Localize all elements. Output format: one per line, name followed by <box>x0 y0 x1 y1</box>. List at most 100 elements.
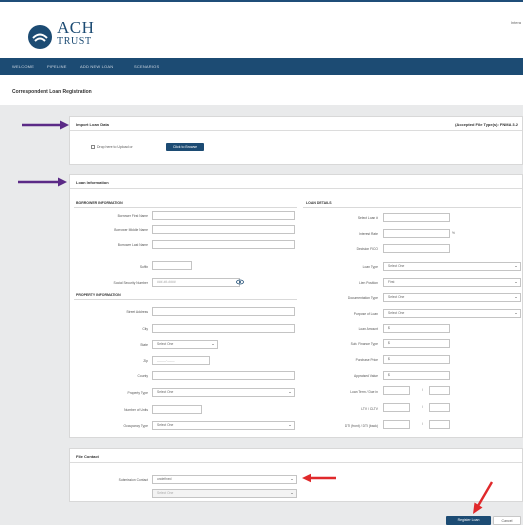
page-title-bar: Correspondent Loan Registration <box>0 80 523 105</box>
lien-position-label: Lien Position <box>359 281 378 285</box>
borrower-divider <box>74 207 297 208</box>
logo-icon <box>28 25 52 49</box>
register-loan-button[interactable]: Register Loan <box>446 516 491 525</box>
street-address-input[interactable] <box>152 307 295 316</box>
property-section-title: PROPERTY INFORMATION <box>76 293 121 297</box>
city-input[interactable] <box>152 324 295 333</box>
annotation-arrow-register <box>473 481 494 514</box>
annotation-arrow-loan-info <box>18 177 67 187</box>
dti-separator: / <box>422 422 423 426</box>
header-right-text: Intera <box>510 20 521 25</box>
dti-front-input[interactable] <box>383 420 410 429</box>
browse-button[interactable]: Click to Browse <box>166 143 204 151</box>
nav-pipeline[interactable]: PIPELINE <box>47 64 67 69</box>
nav-add-new-loan[interactable]: ADD NEW LOAN <box>80 64 113 69</box>
occupancy-type-select[interactable]: Select One <box>152 421 295 430</box>
drop-zone-label: Drop here to Upload or <box>97 145 133 149</box>
property-type-label: Property Type <box>127 391 148 395</box>
purpose-of-loan-select[interactable]: Select One <box>383 309 521 318</box>
loan-type-label: Loan Type <box>362 265 378 269</box>
dti-back-input[interactable] <box>429 420 450 429</box>
decision-fico-label: Decision FICO <box>356 247 378 251</box>
ssn-label: Social Security Number <box>113 281 148 285</box>
loan-details-section-title: LOAN DETAILS <box>306 201 332 205</box>
documentation-type-select[interactable]: Select One <box>383 293 521 302</box>
ltv-input[interactable] <box>383 403 410 412</box>
top-header: ACH TRUST Intera <box>0 0 523 56</box>
annotation-arrow-import <box>22 120 69 130</box>
purchase-price-label: Purchase Price <box>355 358 378 362</box>
number-of-units-label: Number of Units <box>124 408 148 412</box>
borrower-last-name-label: Borrower Last Name <box>117 243 148 247</box>
upload-icon <box>91 145 95 150</box>
submission-contact-label: Submission Contact <box>118 478 148 482</box>
due-in-input[interactable] <box>429 386 450 395</box>
cltv-input[interactable] <box>429 403 450 412</box>
borrower-middle-name-label: Borrower Middle Name <box>114 228 148 232</box>
nav-welcome[interactable]: WELCOME <box>12 64 34 69</box>
import-panel: Import Loan Data (Accepted File Type(s):… <box>69 116 523 165</box>
borrower-first-name-input[interactable] <box>152 211 295 220</box>
import-panel-title: Import Loan Data <box>76 122 109 127</box>
eye-icon[interactable] <box>236 279 244 285</box>
suffix-label: Suffix <box>139 265 148 269</box>
borrower-first-name-label: Borrower First Name <box>117 214 148 218</box>
borrower-last-name-input[interactable] <box>152 240 295 249</box>
loan-amount-label: Loan Amount <box>358 327 378 331</box>
purpose-of-loan-label: Purpose of Loan <box>353 312 378 316</box>
cancel-button[interactable]: Cancel <box>493 516 521 525</box>
select-loan-input[interactable] <box>383 213 450 222</box>
state-label: State <box>140 343 148 347</box>
loan-term-separator: / <box>422 388 423 392</box>
appraised-value-input[interactable]: $ <box>383 371 450 380</box>
select-loan-label: Select Loan # <box>357 216 378 220</box>
ltv-cltv-label: LTV / CLTV <box>361 407 378 411</box>
ltv-separator: / <box>422 405 423 409</box>
nav-scenarios[interactable]: SCENARIOS <box>134 64 159 69</box>
sub-finance-type-label: Sub. Finance Type <box>350 342 378 346</box>
number-of-units-input[interactable] <box>152 405 202 414</box>
secondary-contact-select[interactable]: Select One <box>152 489 297 498</box>
logo-line-1: ACH <box>57 18 95 37</box>
loan-details-divider <box>303 207 521 208</box>
loan-term-label: Loan Term / Due in <box>350 390 378 394</box>
borrower-middle-name-input[interactable] <box>152 225 295 234</box>
logo-wordmark: ACH TRUST <box>57 19 94 47</box>
documentation-type-label: Documentation Type <box>347 296 378 300</box>
borrower-section-title: BORROWER INFORMATION <box>76 201 123 205</box>
file-contact-header: File Contact <box>70 449 522 463</box>
accepted-file-types: (Accepted File Type(s): FNMA 3.2 <box>455 122 518 127</box>
county-input[interactable] <box>152 371 295 380</box>
zip-label: Zip <box>143 359 148 363</box>
suffix-input[interactable] <box>152 261 192 270</box>
lien-position-select[interactable]: First <box>383 278 521 287</box>
import-panel-header: Import Loan Data (Accepted File Type(s):… <box>70 117 522 131</box>
loan-amount-input[interactable]: $ <box>383 324 450 333</box>
submission-contact-select[interactable]: undefined <box>152 475 297 484</box>
loan-type-select[interactable]: Select One <box>383 262 521 271</box>
county-label: County <box>137 374 148 378</box>
zip-input[interactable]: _____-____ <box>152 356 210 365</box>
zip-placeholder: _____-____ <box>157 358 175 362</box>
sub-finance-type-input[interactable]: $ <box>383 339 450 348</box>
ssn-input[interactable]: ###-##-#### <box>152 278 240 287</box>
state-select[interactable]: Select One <box>152 340 218 349</box>
dti-label: DTI (front) / DTI (back) <box>344 424 378 428</box>
occupancy-type-label: Occupancy Type <box>123 424 149 428</box>
drop-zone[interactable]: Drop here to Upload or <box>91 145 133 150</box>
loan-information-header: Loan Information <box>70 175 522 189</box>
purchase-price-input[interactable]: $ <box>383 355 450 364</box>
loan-term-input[interactable] <box>383 386 410 395</box>
ssn-placeholder: ###-##-#### <box>157 280 176 284</box>
decision-fico-input[interactable] <box>383 244 450 253</box>
page-title: Correspondent Loan Registration <box>12 89 92 95</box>
property-divider <box>74 299 297 300</box>
file-contact-title: File Contact <box>76 454 99 459</box>
main-nav: WELCOME PIPELINE ADD NEW LOAN SCENARIOS <box>0 58 523 75</box>
logo-line-2: TRUST <box>57 36 92 47</box>
interest-rate-label: Interest Rate <box>359 232 378 236</box>
loan-information-title: Loan Information <box>76 180 109 185</box>
annotation-arrow-contact <box>302 473 336 483</box>
property-type-select[interactable]: Select One <box>152 388 295 397</box>
interest-rate-input[interactable] <box>383 229 450 238</box>
